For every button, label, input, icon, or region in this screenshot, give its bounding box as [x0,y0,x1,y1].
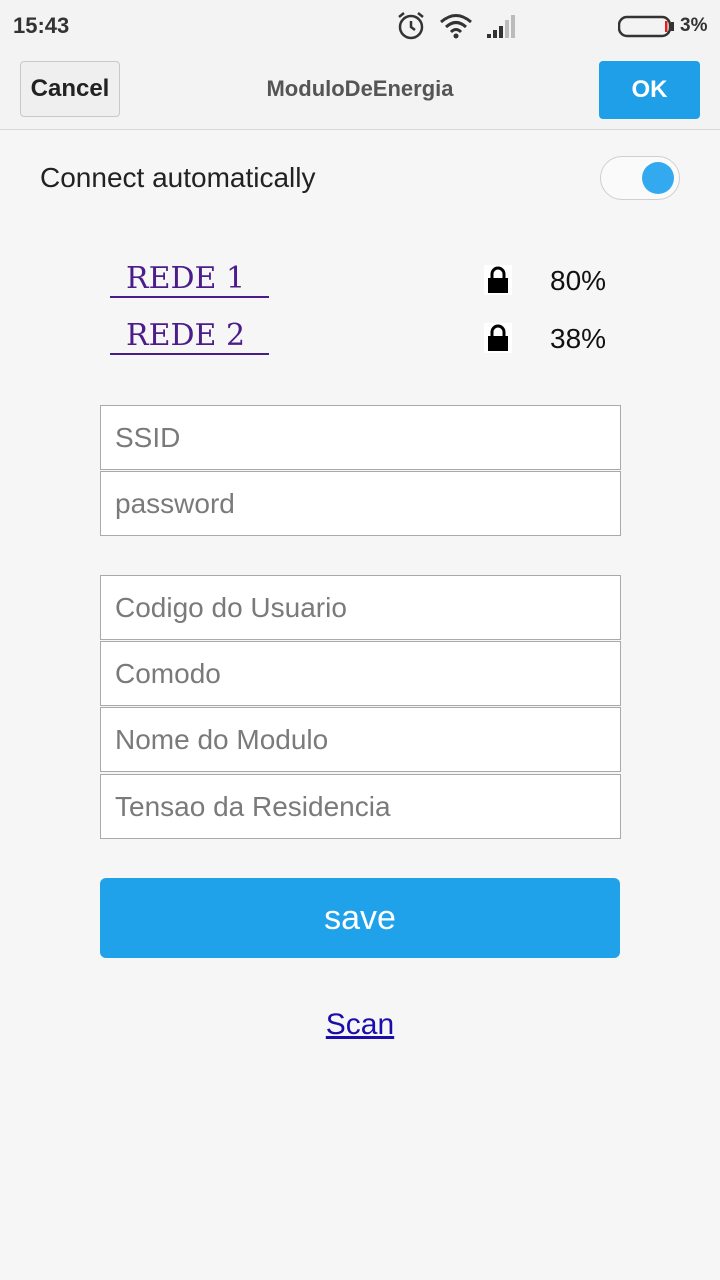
voltage-input[interactable] [101,775,620,838]
battery-percent: 3% [680,15,708,36]
title-bar: Cancel ModuloDeEnergia OK [0,52,720,130]
battery-icon [618,15,674,38]
save-button[interactable]: save [100,878,620,958]
connect-automatically-label: Connect automatically [40,162,316,193]
network-signal: 38% [550,323,607,354]
voltage-field-container [100,774,621,839]
network-signal: 80% [550,265,607,296]
network-item-rede-2[interactable]: REDE 2 [110,318,270,355]
status-time: 15:43 [13,13,70,38]
user-code-input[interactable] [101,576,620,639]
ssid-field-container [100,405,621,470]
room-field-container [100,641,621,706]
network-name[interactable]: REDE 1 [110,262,270,298]
module-name-input[interactable] [101,708,620,771]
alarm-icon [398,12,424,40]
lock-icon [484,323,512,353]
cell-signal-icon [487,15,515,38]
password-input[interactable] [101,472,620,535]
connect-automatically-toggle[interactable] [600,156,680,200]
scan-link[interactable]: Scan [0,1008,720,1042]
ok-button[interactable]: OK [599,61,700,119]
ssid-input[interactable] [101,406,620,469]
network-item-rede-1[interactable]: REDE 1 [110,261,270,298]
toggle-knob [642,162,674,194]
wifi-icon [440,14,472,39]
lock-icon [484,265,512,295]
status-bar: 15:43 3% [0,0,720,52]
cancel-button[interactable]: Cancel [20,61,120,117]
network-name[interactable]: REDE 2 [110,319,270,355]
password-field-container [100,471,621,536]
page-title: ModuloDeEnergia [266,76,454,101]
user-code-field-container [100,575,621,640]
room-input[interactable] [101,642,620,705]
module-name-field-container [100,707,621,772]
